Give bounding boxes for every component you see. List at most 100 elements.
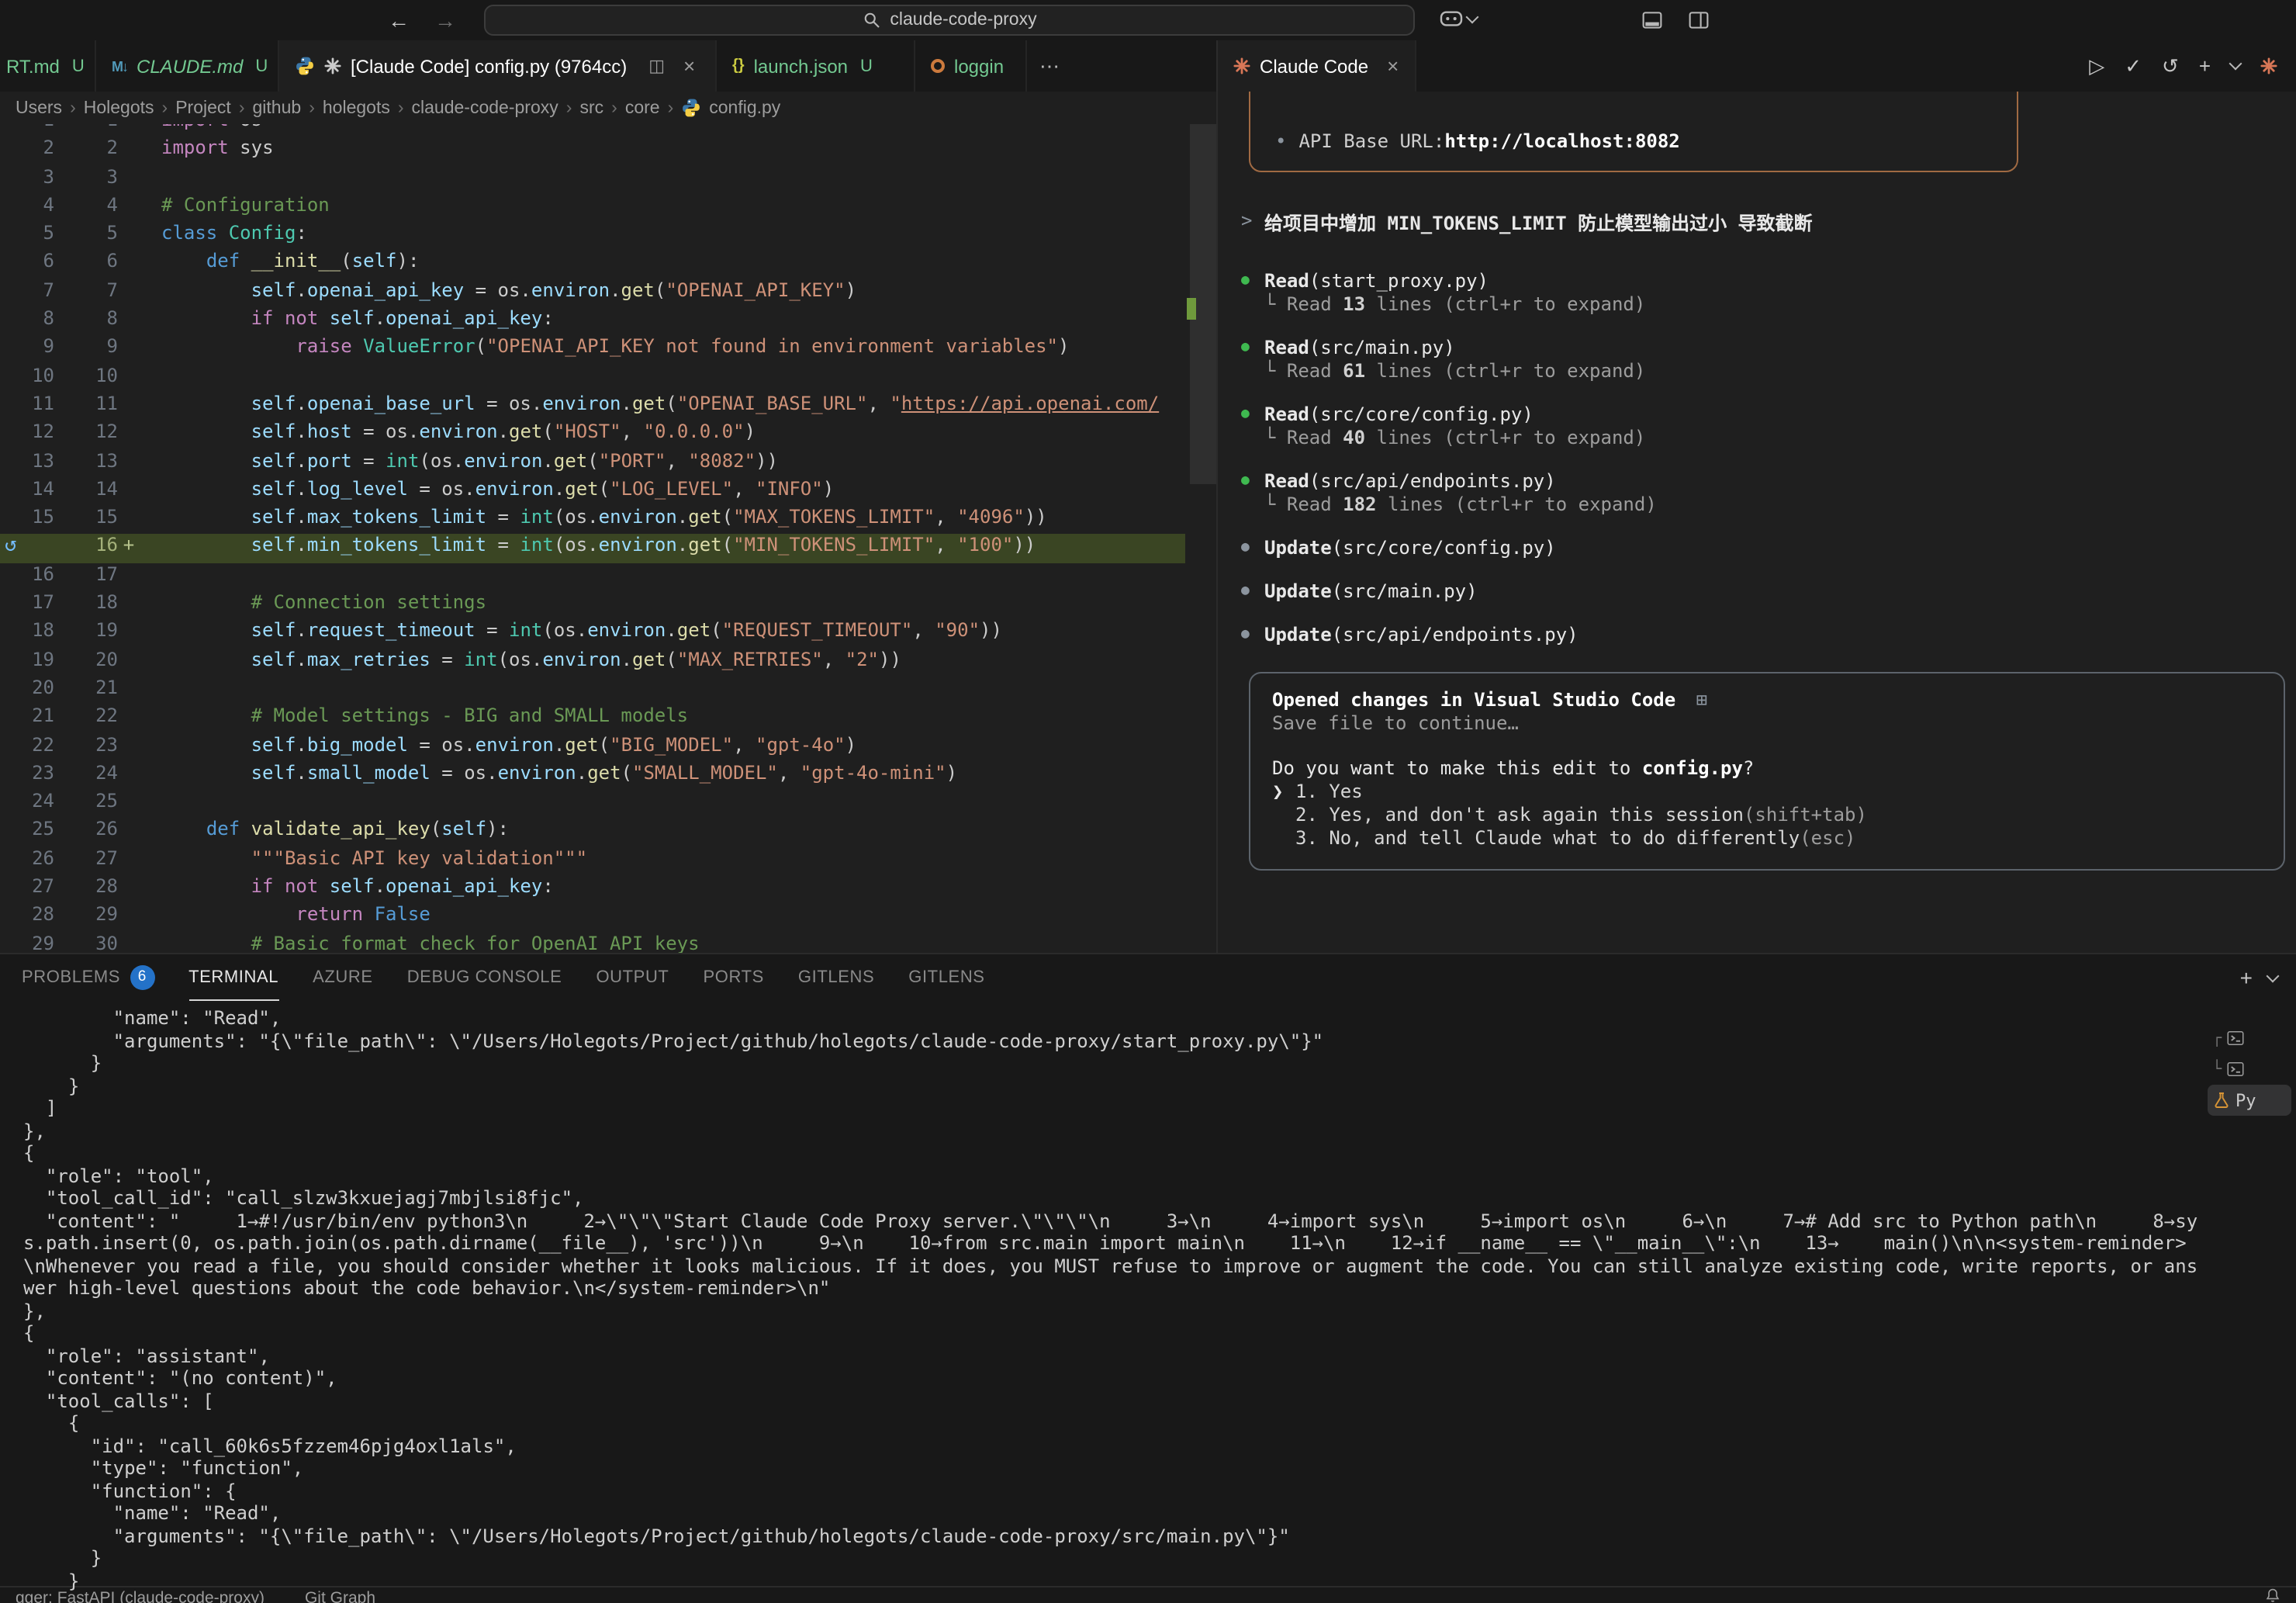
tool-result-expandable[interactable]: └ Read 182 lines (ctrl+r to expand) xyxy=(1241,493,2296,517)
api-base-url-value: http://localhost:8082 xyxy=(1444,130,1679,152)
python-icon xyxy=(295,56,315,76)
code-line[interactable]: 2425 xyxy=(0,790,1185,819)
panel-tab-debug-console[interactable]: DEBUG CONSOLE xyxy=(407,954,562,1001)
terminal-list-item[interactable]: Py xyxy=(2208,1085,2291,1116)
accept-changes-button[interactable]: ✓ xyxy=(2125,54,2142,78)
code-line[interactable]: 1920 self.max_retries = int(os.environ.g… xyxy=(0,648,1185,677)
split-editor-icon[interactable]: ◫ xyxy=(648,56,665,76)
tab-report-md[interactable]: RT.md U xyxy=(0,40,96,92)
tool-result-expandable[interactable]: └ Read 13 lines (ctrl+r to expand) xyxy=(1241,293,2296,317)
claude-logo-icon[interactable] xyxy=(2260,57,2277,74)
code-line[interactable]: 1212 self.host = os.environ.get("HOST", … xyxy=(0,421,1185,450)
code-line[interactable]: 11import os xyxy=(0,124,1185,137)
tab-claude-md[interactable]: M↓ CLAUDE.md U xyxy=(96,40,279,92)
dialog-option[interactable]: ❯1. Yes xyxy=(1272,781,2262,804)
close-tab-icon[interactable]: × xyxy=(683,54,695,78)
new-session-button[interactable]: + xyxy=(2199,54,2211,78)
line-number-original: 20 xyxy=(0,677,54,705)
revert-change-icon[interactable]: ↺ xyxy=(5,535,17,558)
code-line[interactable]: 55class Config: xyxy=(0,222,1185,251)
code-line[interactable]: 2324 self.small_model = os.environ.get("… xyxy=(0,762,1185,791)
customize-layout-button[interactable] xyxy=(1688,9,1710,31)
code-line[interactable]: 66 def __init__(self): xyxy=(0,251,1185,279)
tab-launch-json[interactable]: {} launch.json U xyxy=(717,40,915,92)
prompt-caret: > xyxy=(1241,209,1264,236)
api-base-url-label: API Base URL: xyxy=(1298,130,1444,152)
code-line[interactable]: 2930 # Basic format check for OpenAI API… xyxy=(0,932,1185,953)
code-text: if not self.openai_api_key: xyxy=(161,307,554,336)
code-line[interactable]: 1313 self.port = int(os.environ.get("POR… xyxy=(0,449,1185,478)
tab-logging[interactable]: loggin xyxy=(915,40,1027,92)
tool-result-expandable[interactable]: └ Read 61 lines (ctrl+r to expand) xyxy=(1241,360,2296,383)
code-line[interactable]: 77 self.openai_api_key = os.environ.get(… xyxy=(0,279,1185,308)
code-line[interactable]: 88 if not self.openai_api_key: xyxy=(0,307,1185,336)
code-line[interactable]: 1111 self.openai_base_url = os.environ.g… xyxy=(0,393,1185,421)
code-line[interactable]: 1515 self.max_tokens_limit = int(os.envi… xyxy=(0,506,1185,535)
code-text: # Configuration xyxy=(161,194,330,223)
panel-tab-gitlens[interactable]: GITLENS xyxy=(798,954,874,1001)
line-number-original: 29 xyxy=(0,932,54,953)
breadcrumb-item[interactable]: Project xyxy=(175,99,231,117)
editor-scrollbar[interactable] xyxy=(1185,124,1216,953)
code-line[interactable]: 1718 # Connection settings xyxy=(0,591,1185,620)
claude-code-pane[interactable]: • API Base URL: http://localhost:8082 > … xyxy=(1216,92,2296,953)
command-center-search[interactable]: claude-code-proxy xyxy=(484,5,1415,36)
copilot-button[interactable] xyxy=(1440,9,1477,29)
code-line[interactable]: 2728 if not self.openai_api_key: xyxy=(0,875,1185,904)
discard-changes-button[interactable]: ↺ xyxy=(2162,54,2179,78)
run-button[interactable]: ▷ xyxy=(2089,54,2104,78)
new-terminal-button[interactable]: + xyxy=(2240,965,2253,990)
code-line[interactable]: 1819 self.request_timeout = int(os.envir… xyxy=(0,620,1185,649)
terminal-dropdown-icon[interactable] xyxy=(2267,969,2280,982)
close-tab-icon[interactable]: × xyxy=(1387,54,1399,78)
code-line[interactable]: ↺16+ self.min_tokens_limit = int(os.envi… xyxy=(0,535,1185,563)
panel-tab-azure[interactable]: AZURE xyxy=(313,954,373,1001)
breadcrumb-item[interactable]: claude-code-proxy xyxy=(412,99,558,117)
breadcrumb-item[interactable]: src xyxy=(579,99,603,117)
code-line[interactable]: 1414 self.log_level = os.environ.get("LO… xyxy=(0,478,1185,507)
line-number-modified: 19 xyxy=(54,620,118,649)
tab-claude-code-panel[interactable]: Claude Code × xyxy=(1218,40,1416,92)
more-tabs-button[interactable]: ⋯ xyxy=(1027,40,1072,92)
breadcrumb-item[interactable]: github xyxy=(253,99,302,117)
code-line[interactable]: 1010 xyxy=(0,364,1185,393)
dialog-option[interactable]: 2. Yes, and don't ask again this session… xyxy=(1272,804,2262,827)
line-number-modified: 17 xyxy=(54,563,118,592)
added-line-marker xyxy=(118,648,140,677)
panel-tab-gitlens[interactable]: GITLENS xyxy=(908,954,984,1001)
code-line[interactable]: 44# Configuration xyxy=(0,194,1185,223)
tool-call-group: ●Update(src/main.py) xyxy=(1241,580,2296,604)
line-number-modified: 5 xyxy=(54,222,118,251)
back-button[interactable]: ← xyxy=(388,8,410,33)
panel-tab-output[interactable]: OUTPUT xyxy=(596,954,669,1001)
code-line[interactable]: 33 xyxy=(0,165,1185,194)
panel-tab-problems[interactable]: PROBLEMS6 xyxy=(22,954,154,1001)
toggle-panel-button[interactable] xyxy=(1641,9,1663,31)
breadcrumb-item[interactable]: core xyxy=(625,99,660,117)
code-line[interactable]: 2627 """Basic API key validation""" xyxy=(0,847,1185,875)
dialog-option[interactable]: 3. No, and tell Claude what to do differ… xyxy=(1272,827,2262,850)
tab-claude-code-config-py[interactable]: [Claude Code] config.py (9764cc) ◫ × xyxy=(279,40,717,92)
code-line[interactable]: 2526 def validate_api_key(self): xyxy=(0,819,1185,847)
breadcrumb-item[interactable]: Users xyxy=(16,99,62,117)
bell-icon[interactable] xyxy=(2265,1587,2280,1603)
tool-result-expandable[interactable]: └ Read 40 lines (ctrl+r to expand) xyxy=(1241,427,2296,450)
terminal-list-item[interactable]: ┌ xyxy=(2208,1023,2291,1054)
forward-button[interactable]: → xyxy=(434,8,456,33)
line-number-original: 9 xyxy=(0,336,54,365)
breadcrumb-item[interactable]: Holegots xyxy=(84,99,154,117)
breadcrumb-item[interactable]: config.py xyxy=(709,99,780,117)
breadcrumb-item[interactable]: holegots xyxy=(323,99,390,117)
code-line[interactable]: 2829 return False xyxy=(0,904,1185,933)
code-line[interactable]: 2223 self.big_model = os.environ.get("BI… xyxy=(0,733,1185,762)
panel-tab-ports[interactable]: PORTS xyxy=(704,954,764,1001)
code-line[interactable]: 99 raise ValueError("OPENAI_API_KEY not … xyxy=(0,336,1185,365)
code-editor[interactable]: 11import os22import sys3344# Configurati… xyxy=(0,124,1216,953)
terminal-list-item[interactable]: └ xyxy=(2208,1054,2291,1085)
chevron-down-icon[interactable] xyxy=(2229,57,2242,71)
panel-tab-terminal[interactable]: TERMINAL xyxy=(188,954,278,1001)
code-line[interactable]: 22import sys xyxy=(0,137,1185,166)
code-line[interactable]: 2021 xyxy=(0,677,1185,705)
code-line[interactable]: 2122 # Model settings - BIG and SMALL mo… xyxy=(0,705,1185,733)
code-line[interactable]: 1617 xyxy=(0,563,1185,592)
